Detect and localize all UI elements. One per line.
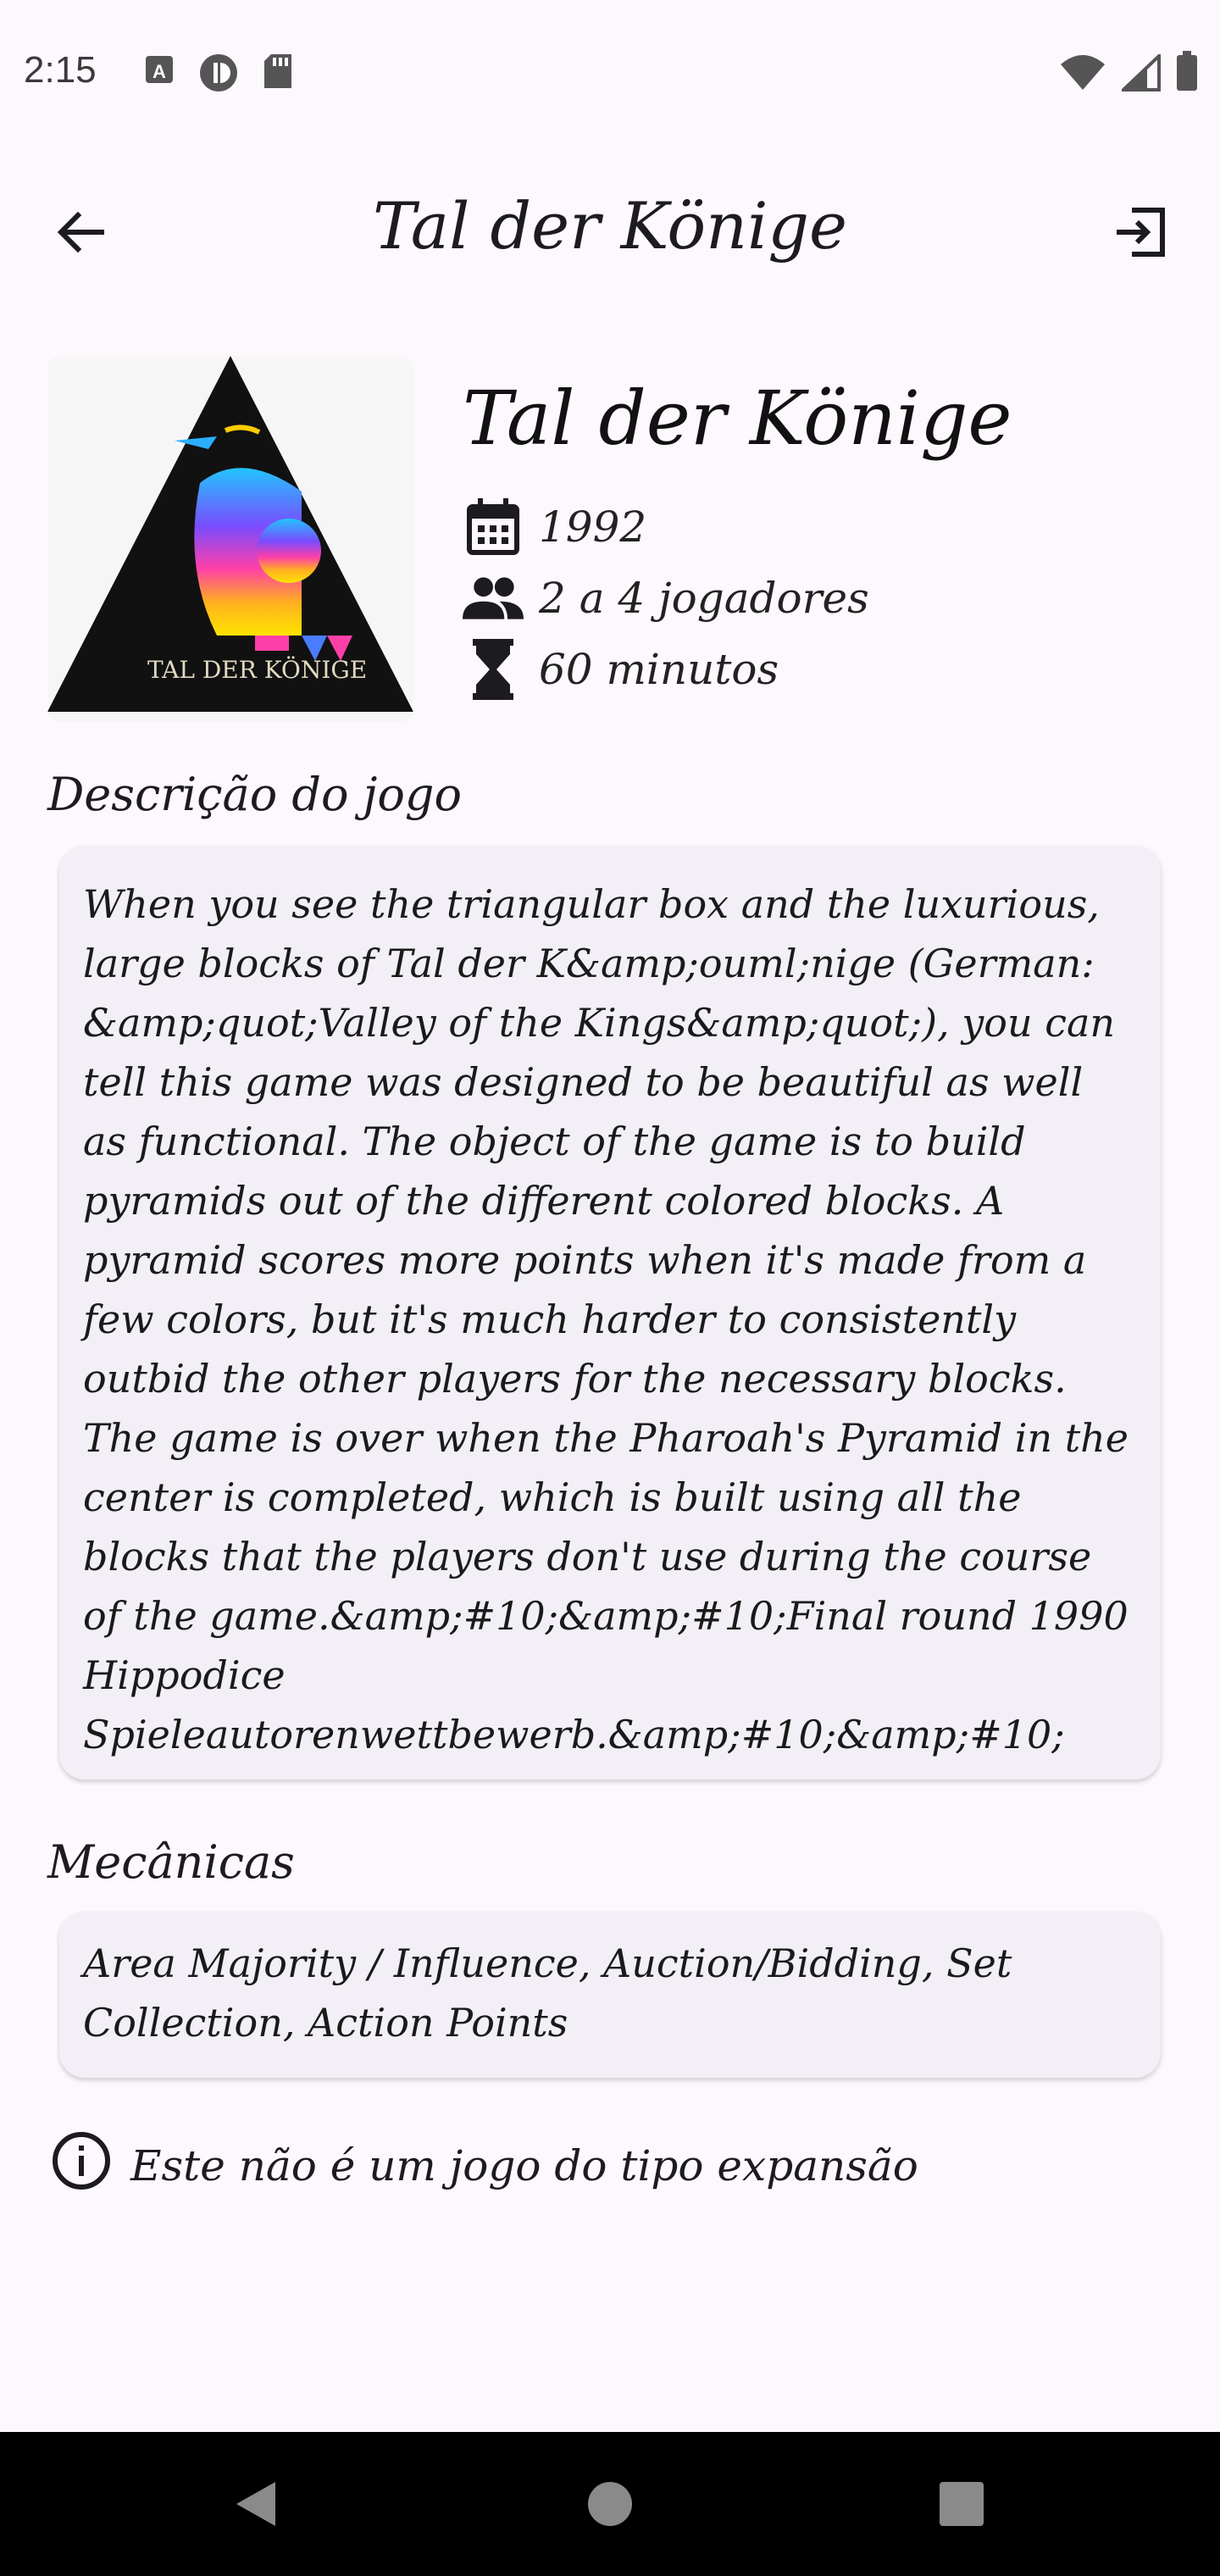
vpn-icon bbox=[198, 53, 239, 97]
hourglass-icon bbox=[463, 639, 524, 700]
description-text: When you see the triangular box and the … bbox=[83, 881, 1129, 1757]
nav-home-icon bbox=[588, 2482, 632, 2526]
exit-icon bbox=[1117, 208, 1165, 257]
game-title: Tal der Könige bbox=[463, 375, 1012, 462]
mechanics-title: Mecânicas bbox=[47, 1835, 295, 1889]
svg-text:A: A bbox=[152, 61, 166, 82]
app-bar: Tal der Könige bbox=[0, 161, 1220, 297]
nav-home-button[interactable] bbox=[572, 2466, 648, 2542]
status-time: 2:15 bbox=[24, 49, 97, 91]
status-right-icons bbox=[1059, 51, 1198, 95]
game-header: TAL DER KÖNIGE Tal der Könige 1992 2 a 4… bbox=[47, 356, 1174, 729]
description-card: When you see the triangular box and the … bbox=[59, 846, 1161, 1779]
expansion-info: Este não é um jogo do tipo expansão bbox=[51, 2130, 918, 2201]
expansion-text: Este não é um jogo do tipo expansão bbox=[130, 2141, 918, 2190]
sd-card-icon bbox=[261, 53, 295, 97]
people-icon bbox=[463, 568, 524, 629]
app-bar-title: Tal der Könige bbox=[372, 188, 848, 264]
battery-icon bbox=[1176, 51, 1198, 95]
info-icon bbox=[51, 2130, 112, 2201]
system-nav-bar bbox=[0, 2432, 1220, 2576]
year-text: 1992 bbox=[539, 502, 647, 552]
wifi-icon bbox=[1059, 54, 1106, 95]
status-bar: 2:15 A bbox=[0, 0, 1220, 146]
exit-button[interactable] bbox=[1106, 198, 1174, 266]
signal-icon bbox=[1119, 52, 1161, 95]
duration-row: 60 minutos bbox=[463, 639, 779, 700]
mechanics-card: Area Majority / Influence, Auction/Biddi… bbox=[59, 1912, 1161, 2078]
status-left-icons: A bbox=[142, 53, 295, 97]
duration-text: 60 minutos bbox=[539, 645, 779, 694]
nav-back-icon bbox=[236, 2482, 275, 2526]
nav-recents-button[interactable] bbox=[923, 2466, 1000, 2542]
mechanics-text: Area Majority / Influence, Auction/Biddi… bbox=[83, 1940, 1012, 2046]
game-cover-image: TAL DER KÖNIGE bbox=[47, 356, 413, 722]
description-title: Descrição do jogo bbox=[47, 768, 462, 821]
players-text: 2 a 4 jogadores bbox=[539, 574, 869, 623]
nav-back-button[interactable] bbox=[217, 2466, 293, 2542]
year-row: 1992 bbox=[463, 497, 646, 558]
calendar-icon bbox=[463, 497, 524, 558]
cover-title-text: TAL DER KÖNIGE bbox=[147, 655, 367, 684]
a-icon: A bbox=[142, 53, 176, 97]
players-row: 2 a 4 jogadores bbox=[463, 568, 869, 629]
nav-recents-icon bbox=[940, 2482, 984, 2526]
